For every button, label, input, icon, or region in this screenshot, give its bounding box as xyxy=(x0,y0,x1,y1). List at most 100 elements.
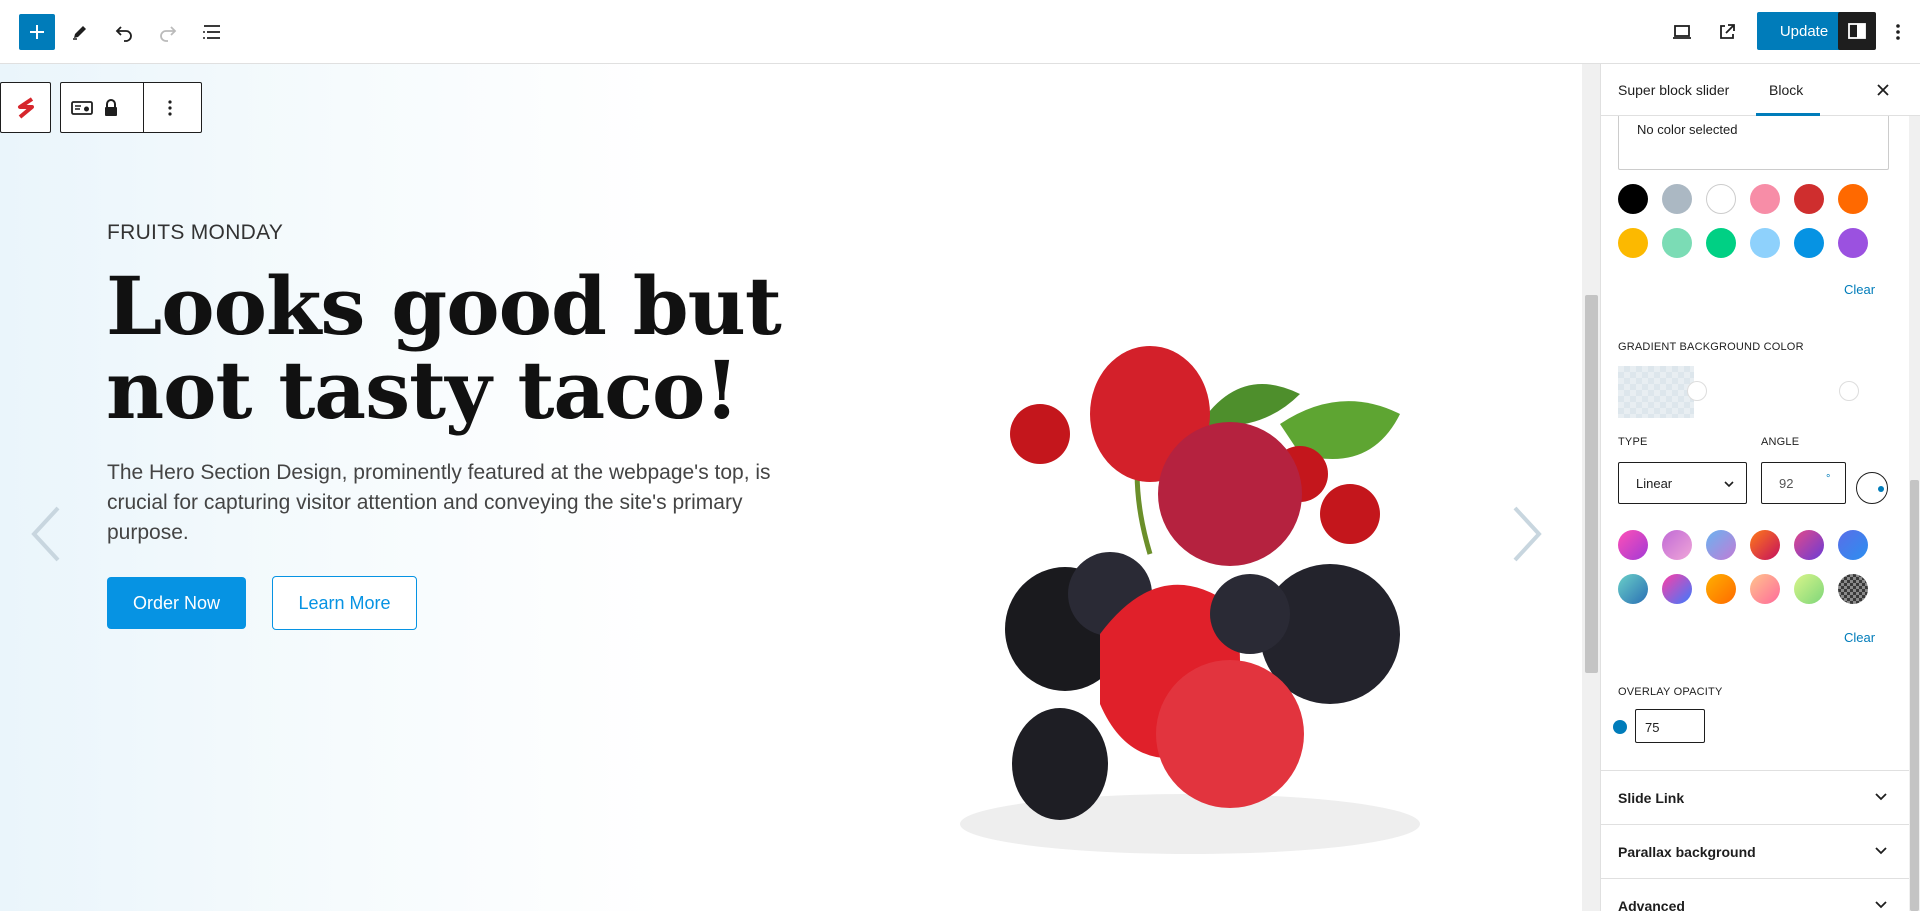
color-swatch[interactable] xyxy=(1838,184,1868,214)
gradient-preset-swatch[interactable] xyxy=(1838,530,1868,560)
gradient-section-label: GRADIENT BACKGROUND COLOR xyxy=(1618,341,1804,353)
gradient-type-label: TYPE xyxy=(1618,436,1648,448)
pencil-icon xyxy=(73,26,86,40)
color-swatch[interactable] xyxy=(1794,184,1824,214)
sidebar-tabs: Super block slider Block xyxy=(1601,64,1920,116)
lock-icon xyxy=(105,98,117,116)
slide-settings-button[interactable] xyxy=(61,83,103,132)
chevron-down-icon xyxy=(1875,901,1887,909)
gradient-preset-swatch[interactable] xyxy=(1794,574,1824,604)
angle-picker-dial[interactable] xyxy=(1856,472,1888,504)
document-overview-button[interactable] xyxy=(194,14,230,50)
gradient-type-value: Linear xyxy=(1636,476,1673,491)
gradient-stop-handle-left[interactable] xyxy=(1687,381,1707,401)
plugin-logo-icon xyxy=(17,96,34,119)
external-link-icon xyxy=(1720,24,1735,39)
gradient-preset-swatch[interactable] xyxy=(1662,574,1692,604)
clear-color-link[interactable]: Clear xyxy=(1844,282,1875,297)
slide-headline: Looks good but not tasty taco! xyxy=(106,259,782,437)
slider-prev-arrow[interactable] xyxy=(28,504,62,569)
tab-super-block-slider[interactable]: Super block slider xyxy=(1618,82,1729,98)
overlay-opacity-input[interactable]: 75 xyxy=(1635,709,1705,743)
color-swatch[interactable] xyxy=(1838,228,1868,258)
close-icon xyxy=(1877,84,1889,96)
chevron-down-icon xyxy=(1724,481,1734,488)
plus-icon xyxy=(30,25,44,39)
editor-canvas[interactable]: FRUITS MONDAY Looks good but not tasty t… xyxy=(0,64,1582,911)
gradient-preset-swatch[interactable] xyxy=(1706,530,1736,560)
gradient-preset-swatch[interactable] xyxy=(1706,574,1736,604)
chevron-left-icon xyxy=(31,506,60,562)
block-toolbar-group xyxy=(60,82,202,133)
panel-title: Parallax background xyxy=(1618,844,1756,860)
list-view-icon xyxy=(203,25,220,39)
angle-value: 92 xyxy=(1779,476,1794,491)
redo-icon xyxy=(160,26,177,42)
settings-toggle-button[interactable] xyxy=(1838,12,1876,50)
view-post-button[interactable] xyxy=(1709,14,1745,50)
overlay-opacity-value: 75 xyxy=(1645,720,1660,735)
color-swatch[interactable] xyxy=(1706,228,1736,258)
options-menu-button[interactable] xyxy=(1880,14,1916,50)
card-icon xyxy=(71,100,93,115)
add-block-button[interactable] xyxy=(19,14,55,50)
color-value-text: No color selected xyxy=(1637,122,1738,137)
sidebar-scrollbar-thumb[interactable] xyxy=(1910,480,1919,911)
angle-dial-indicator xyxy=(1878,486,1884,492)
tab-block[interactable]: Block xyxy=(1769,82,1803,98)
color-swatch[interactable] xyxy=(1662,184,1692,214)
more-vertical-icon xyxy=(168,99,172,116)
block-type-button[interactable] xyxy=(0,82,51,133)
color-swatch[interactable] xyxy=(1706,184,1736,214)
gradient-preset-swatch[interactable] xyxy=(1794,530,1824,560)
color-swatch[interactable] xyxy=(1618,184,1648,214)
update-button[interactable]: Update xyxy=(1757,12,1851,50)
panel-advanced[interactable]: Advanced xyxy=(1601,878,1920,911)
overlay-opacity-label: OVERLAY OPACITY xyxy=(1618,686,1723,698)
gradient-preset-swatch[interactable] xyxy=(1618,530,1648,560)
color-swatch[interactable] xyxy=(1618,228,1648,258)
gradient-preset-swatch[interactable] xyxy=(1750,530,1780,560)
sidebar-icon xyxy=(1848,23,1866,39)
opacity-slider-handle[interactable] xyxy=(1613,720,1627,734)
gradient-preset-swatch[interactable] xyxy=(1750,574,1780,604)
color-value-display[interactable]: No color selected xyxy=(1618,116,1889,170)
panel-parallax-background[interactable]: Parallax background xyxy=(1601,824,1920,878)
learn-more-button[interactable]: Learn More xyxy=(272,576,417,630)
editor-top-toolbar: Update xyxy=(0,0,1920,64)
close-sidebar-button[interactable] xyxy=(1871,78,1895,102)
panel-title: Advanced xyxy=(1618,898,1685,911)
gradient-angle-label: ANGLE xyxy=(1761,436,1800,448)
tools-button[interactable] xyxy=(62,14,98,50)
panel-slide-link[interactable]: Slide Link xyxy=(1601,770,1920,824)
order-now-button[interactable]: Order Now xyxy=(107,577,246,629)
preview-device-button[interactable] xyxy=(1664,14,1700,50)
color-swatch[interactable] xyxy=(1662,228,1692,258)
lock-button[interactable] xyxy=(103,83,119,132)
angle-unit: ° xyxy=(1826,473,1831,485)
slider-next-arrow[interactable] xyxy=(1511,504,1545,569)
gradient-preview[interactable] xyxy=(1618,366,1694,418)
undo-button[interactable] xyxy=(106,14,142,50)
slide-eyebrow: FRUITS MONDAY xyxy=(107,221,284,244)
panel-title: Slide Link xyxy=(1618,790,1685,806)
gradient-stop-handle-right[interactable] xyxy=(1839,381,1859,401)
color-swatch[interactable] xyxy=(1750,228,1780,258)
chevron-down-icon xyxy=(1875,847,1887,855)
color-swatch[interactable] xyxy=(1794,228,1824,258)
laptop-icon xyxy=(1673,25,1691,39)
more-vertical-icon xyxy=(1896,24,1900,40)
chevron-right-icon xyxy=(1513,506,1542,562)
color-swatch[interactable] xyxy=(1750,184,1780,214)
gradient-preset-swatch[interactable] xyxy=(1618,574,1648,604)
gradient-angle-input[interactable]: 92 ° xyxy=(1761,462,1846,504)
gradient-preset-swatch[interactable] xyxy=(1662,530,1692,560)
clear-gradient-link[interactable]: Clear xyxy=(1844,630,1875,645)
gradient-type-select[interactable]: Linear xyxy=(1618,462,1747,504)
redo-button[interactable] xyxy=(150,14,186,50)
settings-sidebar: Super block slider Block No color select… xyxy=(1600,64,1920,911)
slide-description: The Hero Section Design, prominently fea… xyxy=(107,461,771,544)
gradient-preset-swatch[interactable] xyxy=(1838,574,1868,604)
canvas-scrollbar-thumb[interactable] xyxy=(1585,295,1598,673)
block-options-button[interactable] xyxy=(144,83,196,132)
